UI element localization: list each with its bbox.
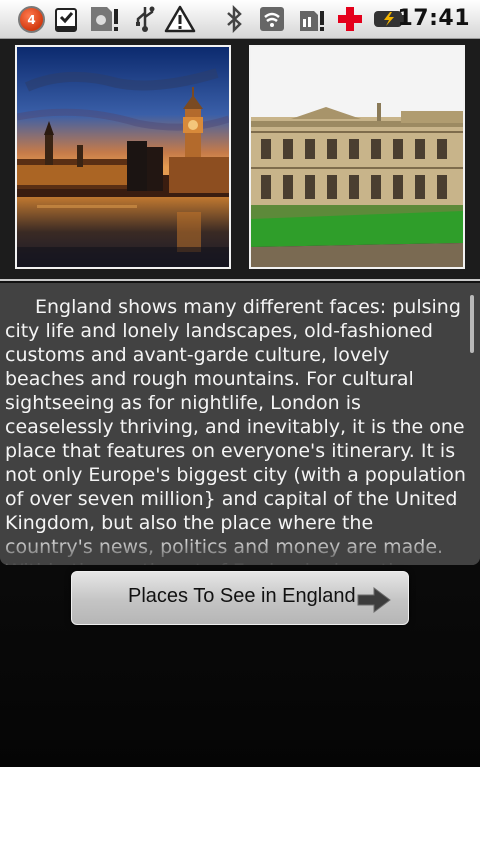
sim-alert-icon xyxy=(298,4,326,34)
sd-card-alert-icon xyxy=(88,4,120,34)
description-panel[interactable]: England shows many different faces: puls… xyxy=(0,283,480,565)
notification-badge-icon[interactable]: 4 xyxy=(18,6,45,33)
clock-time: 17:41 xyxy=(397,6,470,31)
places-to-see-button[interactable]: Places To See in England xyxy=(71,571,409,625)
app-screen: 4 17:41 England shows many different fac… xyxy=(0,0,480,767)
wifi-icon xyxy=(257,4,287,34)
places-button-label: Places To See in England xyxy=(128,585,356,607)
text-fade xyxy=(0,535,480,565)
download-complete-icon xyxy=(53,4,79,34)
image-gallery xyxy=(0,39,480,281)
scrollbar[interactable] xyxy=(470,295,474,353)
warning-icon xyxy=(164,4,196,34)
usb-icon xyxy=(132,4,158,34)
gallery-image-college[interactable] xyxy=(249,45,465,269)
red-cross-icon xyxy=(336,4,364,34)
status-bar: 4 17:41 xyxy=(0,0,480,39)
notification-count: 4 xyxy=(27,12,36,27)
gallery-image-westminster[interactable] xyxy=(15,45,231,269)
description-text: England shows many different faces: puls… xyxy=(5,296,466,565)
bluetooth-icon xyxy=(222,4,246,34)
arrow-right-icon xyxy=(357,587,391,613)
